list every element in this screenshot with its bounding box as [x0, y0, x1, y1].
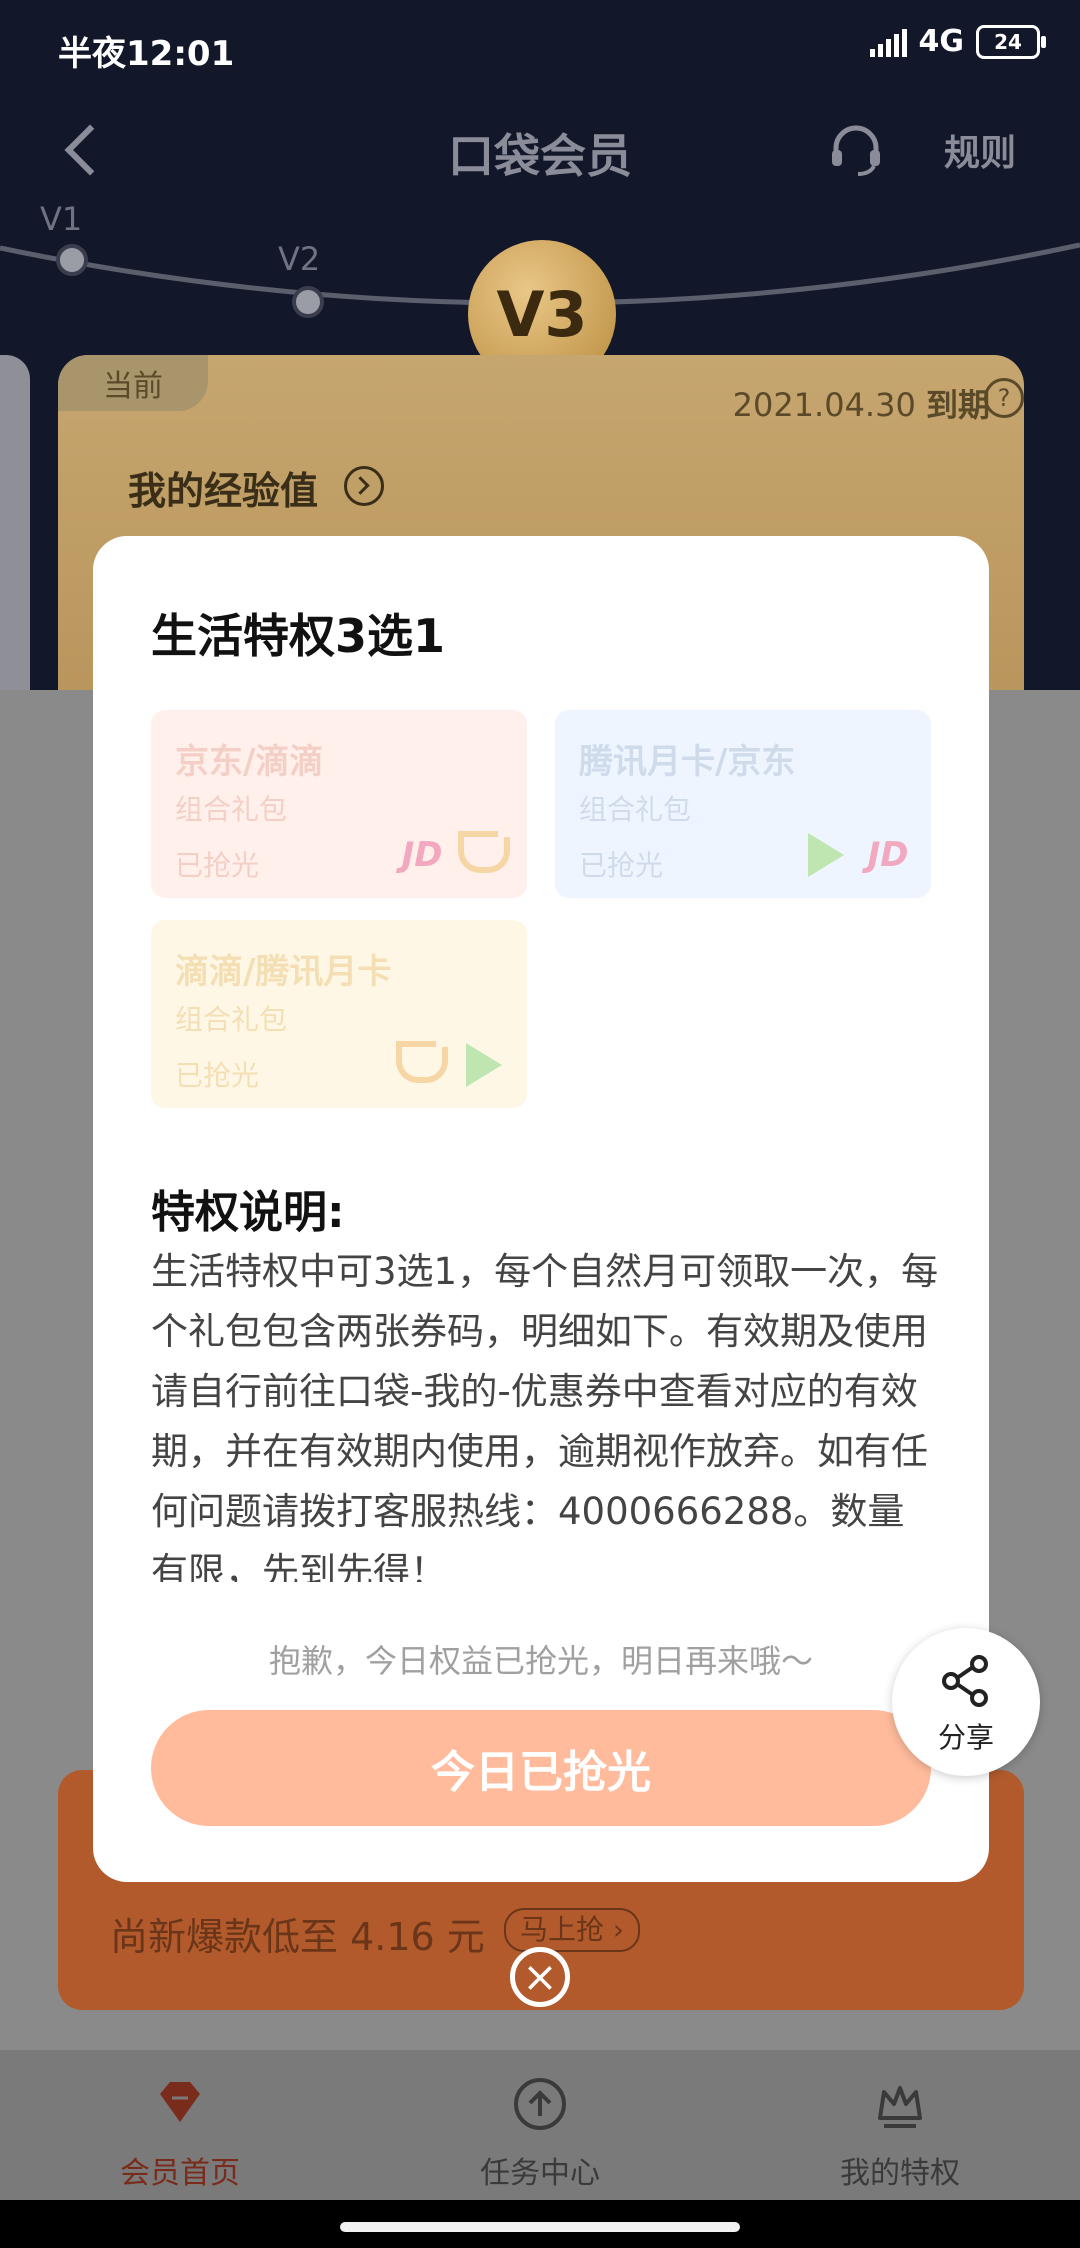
claim-button[interactable]: 今日已抢光 — [151, 1710, 931, 1826]
gift-name: 滴滴/腾讯月卡 — [175, 952, 392, 992]
diamond-icon — [160, 2082, 200, 2122]
network-type: 4G — [918, 24, 965, 59]
share-icon — [942, 1655, 988, 1707]
didi-logo-icon — [457, 828, 511, 882]
status-bar: 半夜12:01 4G 24 — [0, 0, 1080, 96]
gift-name: 京东/滴滴 — [175, 742, 324, 782]
tab-member-home[interactable]: 会员首页 — [80, 2074, 280, 2192]
status-time: 半夜12:01 — [58, 34, 235, 74]
gift-status: 已抢光 — [579, 849, 664, 882]
page-title: 口袋会员 — [448, 129, 632, 183]
jd-logo-icon: JD — [867, 835, 909, 875]
share-button[interactable]: 分享 — [892, 1628, 1040, 1776]
sold-out-notice: 抱歉，今日权益已抢光，明日再来哦～ — [268, 1642, 813, 1680]
gift-subtitle: 组合礼包 — [175, 1003, 288, 1036]
home-indicator[interactable] — [340, 2222, 740, 2232]
bottom-tabbar: 会员首页 任务中心 我的特权 — [0, 2050, 1080, 2200]
upload-circle-icon — [514, 2078, 566, 2130]
gift-name: 腾讯月卡/京东 — [579, 742, 796, 782]
level-v1-label: V1 — [40, 200, 83, 238]
rules-link[interactable]: 规则 — [944, 124, 1016, 176]
share-label: 分享 — [937, 1721, 994, 1754]
level-v2-label: V2 — [278, 240, 321, 278]
current-tag: 当前 — [58, 355, 208, 411]
tab-label: 我的特权 — [840, 2156, 960, 2191]
tencent-video-logo-icon — [457, 1038, 511, 1092]
privilege-modal: 生活特权3选1 京东/滴滴 组合礼包 已抢光 JD 腾讯月卡/京东 组合礼包 已… — [93, 536, 989, 1882]
level-v1-dot — [56, 244, 88, 276]
tab-label: 任务中心 — [480, 2156, 600, 2191]
promo-grab-button[interactable]: 马上抢 › — [504, 1908, 641, 1952]
promo-subtitle: 尚新爆款低至 4.16 元 — [110, 1915, 485, 1959]
battery-icon: 24 — [976, 24, 1046, 59]
level-v2-dot — [292, 286, 324, 318]
crown-icon — [878, 2086, 922, 2128]
gift-card-tencent-jd[interactable]: 腾讯月卡/京东 组合礼包 已抢光 JD — [555, 710, 931, 898]
status-indicators: 4G 24 — [869, 24, 1046, 59]
didi-logo-icon — [395, 1038, 449, 1092]
gift-subtitle: 组合礼包 — [175, 793, 288, 826]
description-title: 特权说明: — [151, 1187, 345, 1238]
experience-label[interactable]: 我的经验值 — [128, 460, 318, 515]
scroll-fade — [93, 1596, 989, 1636]
jd-logo-icon: JD — [401, 835, 443, 875]
gift-status: 已抢光 — [175, 1059, 260, 1092]
expiry-date: 2021.04.30 到期 — [732, 386, 990, 424]
gift-card-jd-didi[interactable]: 京东/滴滴 组合礼包 已抢光 JD — [151, 710, 527, 898]
chevron-right-icon[interactable] — [344, 466, 384, 506]
tab-task-center[interactable]: 任务中心 — [440, 2074, 640, 2192]
customer-service-icon[interactable] — [826, 120, 886, 180]
gift-card-didi-tencent[interactable]: 滴滴/腾讯月卡 组合礼包 已抢光 — [151, 920, 527, 1108]
description-body: 生活特权中可3选1，每个自然月可领取一次，每个礼包包含两张券码，明细如下。有效期… — [151, 1250, 939, 1582]
modal-title: 生活特权3选1 — [151, 609, 446, 663]
gift-status: 已抢光 — [175, 849, 260, 882]
top-nav: 口袋会员 规则 — [0, 110, 1080, 190]
gift-subtitle: 组合礼包 — [579, 793, 692, 826]
close-icon[interactable]: × — [510, 1947, 570, 2007]
tencent-video-logo-icon — [799, 828, 853, 882]
tab-label: 会员首页 — [120, 2156, 240, 2191]
tab-my-privileges[interactable]: 我的特权 — [800, 2074, 1000, 2192]
signal-icon — [869, 27, 907, 57]
help-icon[interactable]: ? — [984, 378, 1024, 418]
